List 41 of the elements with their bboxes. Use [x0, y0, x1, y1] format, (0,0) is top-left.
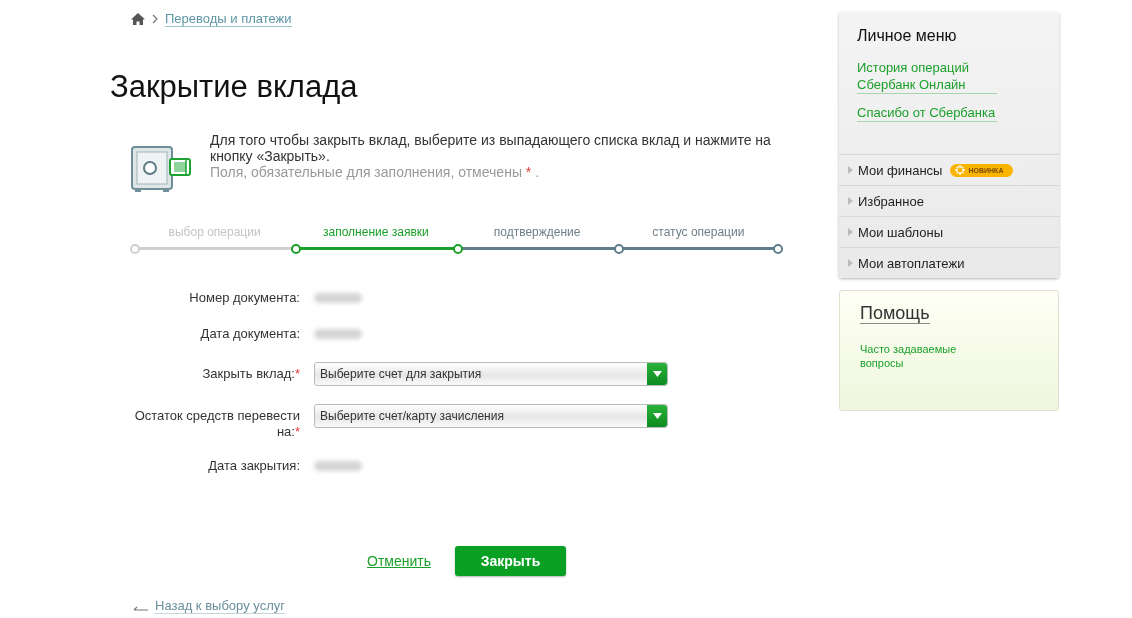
help-title: Помощь — [860, 303, 930, 324]
dropdown-field[interactable]: Выберите счет для закрытия — [314, 362, 668, 386]
instruction-text: Для того чтобы закрыть вклад, выберите из выпадающего списка вклад и нажмите на кнопку «Закрыть». — [210, 132, 772, 164]
menu-item[interactable]: Избранное — [839, 185, 1059, 216]
caret-icon — [652, 371, 662, 377]
step-label: выбор операции — [168, 225, 261, 241]
flower-icon — [955, 165, 966, 175]
field-label: Номер документа: — [188, 290, 300, 306]
field-label: Закрыть вклад:* — [201, 365, 300, 382]
close-button[interactable]: Закрыть — [455, 546, 566, 576]
page-title: Закрытие вклада — [110, 69, 359, 105]
step-label: подтверждение — [493, 225, 581, 241]
breadcrumb-link[interactable]: Переводы и платежи — [165, 11, 292, 27]
blurred-value — [314, 329, 362, 339]
step-dot — [613, 244, 624, 254]
step-dot — [452, 244, 463, 254]
help-link[interactable]: Часто задаваемые вопросы — [860, 342, 970, 370]
panel-title: Личное меню — [857, 27, 957, 45]
menu-item[interactable]: Мои автоплатежи — [839, 247, 1059, 278]
back-arrow-icon — [133, 604, 149, 613]
step-label: заполнение заявки — [323, 225, 429, 241]
back-link[interactable]: Назад к выбору услуг — [155, 598, 285, 614]
blurred-value — [314, 293, 362, 303]
home-icon — [131, 13, 145, 25]
step-dot — [291, 244, 302, 254]
cancel-link[interactable]: Отменить — [367, 553, 431, 569]
blurred-value — [314, 461, 362, 471]
chevron-icon — [152, 14, 158, 24]
menu-item[interactable]: Мои шаблоны — [839, 216, 1059, 247]
step-dot — [773, 244, 783, 254]
caret-icon — [652, 413, 662, 419]
dropdown-field[interactable]: Выберите счет/карту зачисления — [314, 404, 668, 428]
menu-link[interactable]: Спасибо от Сбербанка — [857, 104, 997, 122]
field-label: Дата закрытия: — [207, 458, 300, 474]
menu-link[interactable]: История операций Сбербанк Онлайн — [857, 59, 997, 94]
safe-icon — [130, 143, 194, 193]
required-fields-note: Поля, обязательные для заполнения, отмечены * . — [210, 164, 541, 180]
step-label: статус операции — [652, 225, 745, 241]
field-label: Остаток средств перевести на:* — [133, 407, 300, 440]
field-label: Дата документа: — [199, 326, 300, 342]
step-dot — [130, 244, 140, 254]
